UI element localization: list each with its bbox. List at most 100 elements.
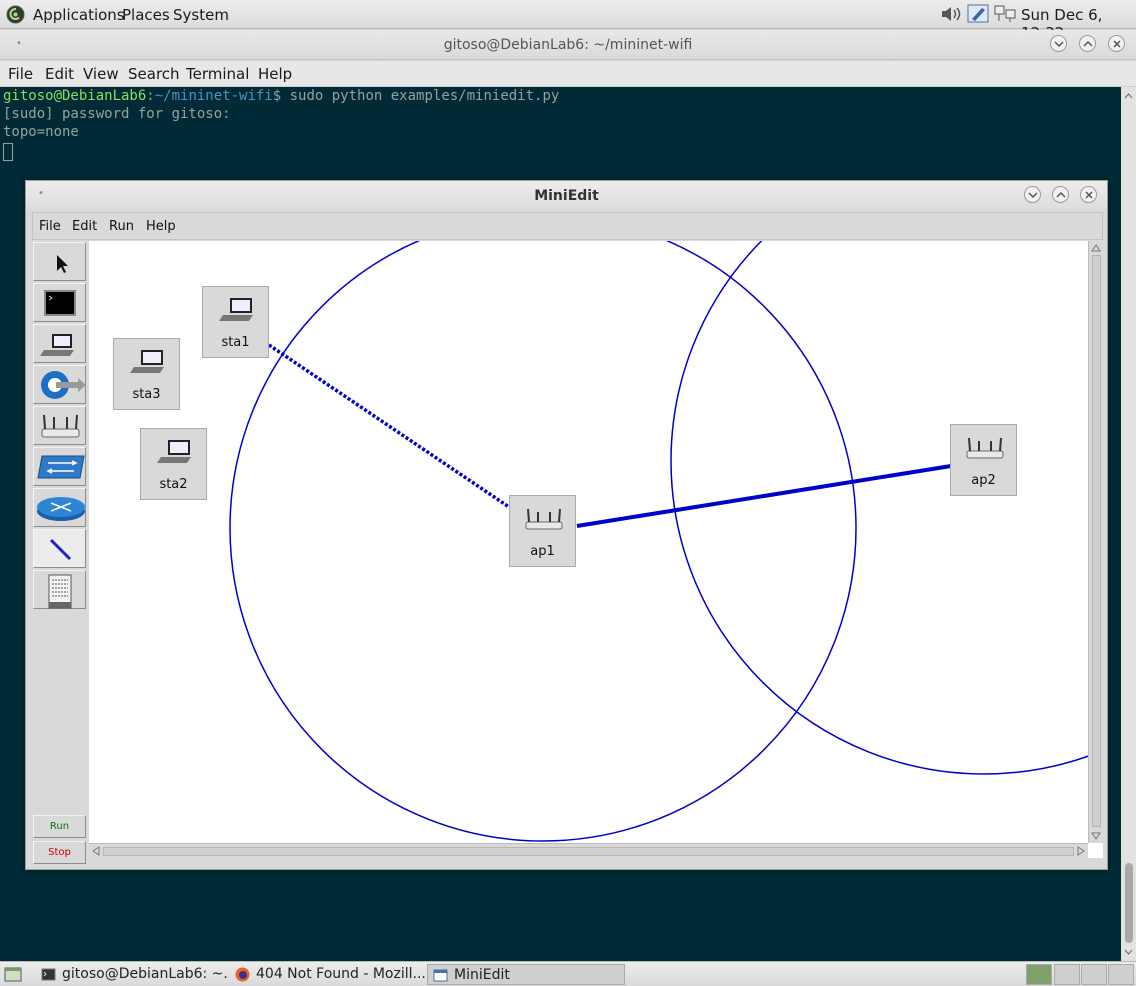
miniedit-titlebar[interactable]: • MiniEdit	[26, 181, 1107, 211]
terminal-titlebar[interactable]: • gitoso@DebianLab6: ~/mininet-wifi	[0, 30, 1136, 60]
minimize-button[interactable]	[1024, 186, 1041, 203]
controller-icon	[41, 371, 86, 399]
system-menu[interactable]: System	[173, 6, 229, 24]
miniedit-menu-run[interactable]: Run	[109, 219, 134, 234]
places-menu[interactable]: Places	[122, 6, 170, 24]
terminal-menu-search[interactable]: Search	[128, 65, 180, 83]
terminal-menu-file[interactable]: File	[8, 65, 33, 83]
close-button[interactable]	[1080, 186, 1097, 203]
wireless-link-sta1-ap1[interactable]	[268, 343, 510, 509]
station-tool-button[interactable]	[33, 324, 86, 363]
horizontal-scroll-thumb[interactable]	[103, 847, 1074, 856]
switch-tool-button[interactable]	[33, 447, 86, 486]
canvas-horizontal-scrollbar[interactable]	[89, 843, 1088, 858]
minimize-button[interactable]	[1050, 35, 1067, 52]
maximize-button[interactable]	[1079, 35, 1096, 52]
station-node-sta2[interactable]: sta2	[140, 428, 207, 500]
terminal-menu-view[interactable]: View	[83, 65, 119, 83]
router-tool-button[interactable]	[33, 488, 86, 527]
server-icon	[48, 574, 72, 609]
workspace-1[interactable]	[1026, 964, 1052, 985]
terminal-title: gitoso@DebianLab6: ~/mininet-wifi	[443, 37, 693, 53]
run-button[interactable]: Run	[33, 815, 86, 838]
scroll-down-arrow-icon[interactable]	[1121, 947, 1136, 957]
prompt-path: ~/mininet-wifi	[154, 88, 273, 104]
select-tool-button[interactable]	[33, 242, 86, 281]
bottom-taskbar: gitoso@DebianLab6: ~... 404 Not Found - …	[0, 961, 1136, 986]
scrollbar-corner	[1088, 843, 1103, 858]
chevron-up-icon	[1056, 191, 1066, 198]
chevron-down-icon	[1054, 41, 1064, 48]
firefox-icon	[235, 967, 250, 982]
miniedit-window: • MiniEdit File Edit Run Help Run Stop s…	[25, 180, 1108, 870]
terminal-command-line: gitoso@DebianLab6:~/mininet-wifi$ sudo p…	[3, 88, 560, 104]
laptop-icon	[157, 440, 191, 463]
canvas-vertical-scrollbar[interactable]	[1088, 241, 1103, 843]
stop-button[interactable]: Stop	[33, 841, 86, 864]
workspace-2[interactable]	[1054, 964, 1080, 985]
taskbar-terminal[interactable]: gitoso@DebianLab6: ~...	[36, 964, 228, 985]
laptop-icon	[219, 298, 253, 321]
host-tool-button[interactable]	[33, 283, 86, 322]
node-label: ap2	[971, 473, 996, 488]
command-text: $ sudo python examples/miniedit.py	[272, 88, 560, 104]
node-label: sta2	[159, 477, 188, 492]
terminal-menu-terminal[interactable]: Terminal	[186, 65, 249, 83]
close-icon	[1085, 191, 1093, 199]
chevron-up-icon	[1083, 40, 1093, 47]
access-point-icon	[41, 414, 80, 438]
show-desktop-icon[interactable]	[4, 966, 22, 983]
terminal-cursor	[3, 143, 13, 161]
node-label: ap1	[530, 544, 555, 559]
terminal-scrollbar[interactable]	[1121, 87, 1136, 961]
laptop-icon	[130, 350, 164, 373]
miniedit-menubar: File Edit Run Help	[32, 212, 1103, 240]
taskbar-miniedit[interactable]: MiniEdit	[427, 964, 625, 985]
volume-icon[interactable]	[940, 4, 962, 24]
controller-tool-button[interactable]	[33, 365, 86, 404]
taskbar-firefox[interactable]: 404 Not Found - Mozill...	[230, 964, 425, 985]
miniedit-menu-help[interactable]: Help	[146, 219, 176, 234]
debian-logo-icon[interactable]	[6, 5, 25, 24]
workspace-4[interactable]	[1108, 964, 1134, 985]
scroll-up-arrow-icon[interactable]	[1089, 242, 1104, 254]
station-node-sta1[interactable]: sta1	[202, 286, 269, 358]
topology-canvas[interactable]: sta1 sta3 sta2 ap1 ap2	[89, 241, 1088, 843]
maximize-button[interactable]	[1052, 186, 1069, 203]
terminal-menubar: File Edit View Search Terminal Help	[0, 61, 1136, 87]
miniedit-menu-edit[interactable]: Edit	[72, 219, 97, 234]
close-icon	[1113, 40, 1121, 48]
miniedit-menu-file[interactable]: File	[39, 219, 61, 234]
network-edit-icon[interactable]	[967, 4, 989, 24]
wired-link-ap1-ap2[interactable]	[576, 464, 952, 528]
task-label: gitoso@DebianLab6: ~...	[62, 966, 228, 982]
terminal-menu-edit[interactable]: Edit	[45, 65, 74, 83]
scroll-down-arrow-icon[interactable]	[1089, 830, 1104, 842]
terminal-scroll-thumb[interactable]	[1125, 863, 1133, 943]
chevron-down-icon	[1028, 192, 1038, 199]
top-panel: Applications Places System Sun Dec 6, 12…	[0, 0, 1136, 42]
switch-icon	[37, 455, 85, 479]
applications-menu[interactable]: Applications	[33, 6, 125, 24]
task-label: MiniEdit	[454, 967, 510, 983]
access-point-tool-button[interactable]	[33, 406, 86, 445]
link-line-icon	[49, 538, 72, 561]
terminal-icon	[41, 968, 56, 981]
terminal-menu-help[interactable]: Help	[258, 65, 292, 83]
ap2-range-circle	[670, 241, 1088, 775]
workspace-3[interactable]	[1081, 964, 1107, 985]
scroll-up-arrow-icon[interactable]	[1121, 91, 1136, 101]
vertical-scroll-thumb[interactable]	[1092, 255, 1101, 827]
server-tool-button[interactable]	[33, 570, 86, 609]
prompt-user: gitoso@DebianLab6	[3, 88, 147, 104]
node-label: sta1	[221, 335, 250, 350]
terminal-host-icon	[44, 290, 76, 316]
scroll-right-arrow-icon[interactable]	[1075, 844, 1087, 859]
station-node-sta3[interactable]: sta3	[113, 338, 180, 410]
access-point-node-ap1[interactable]: ap1	[509, 495, 576, 567]
link-tool-button[interactable]	[33, 529, 86, 568]
close-button[interactable]	[1108, 35, 1125, 52]
scroll-left-arrow-icon[interactable]	[90, 844, 102, 859]
access-point-node-ap2[interactable]: ap2	[950, 424, 1017, 496]
network-wired-icon[interactable]	[993, 4, 1017, 24]
